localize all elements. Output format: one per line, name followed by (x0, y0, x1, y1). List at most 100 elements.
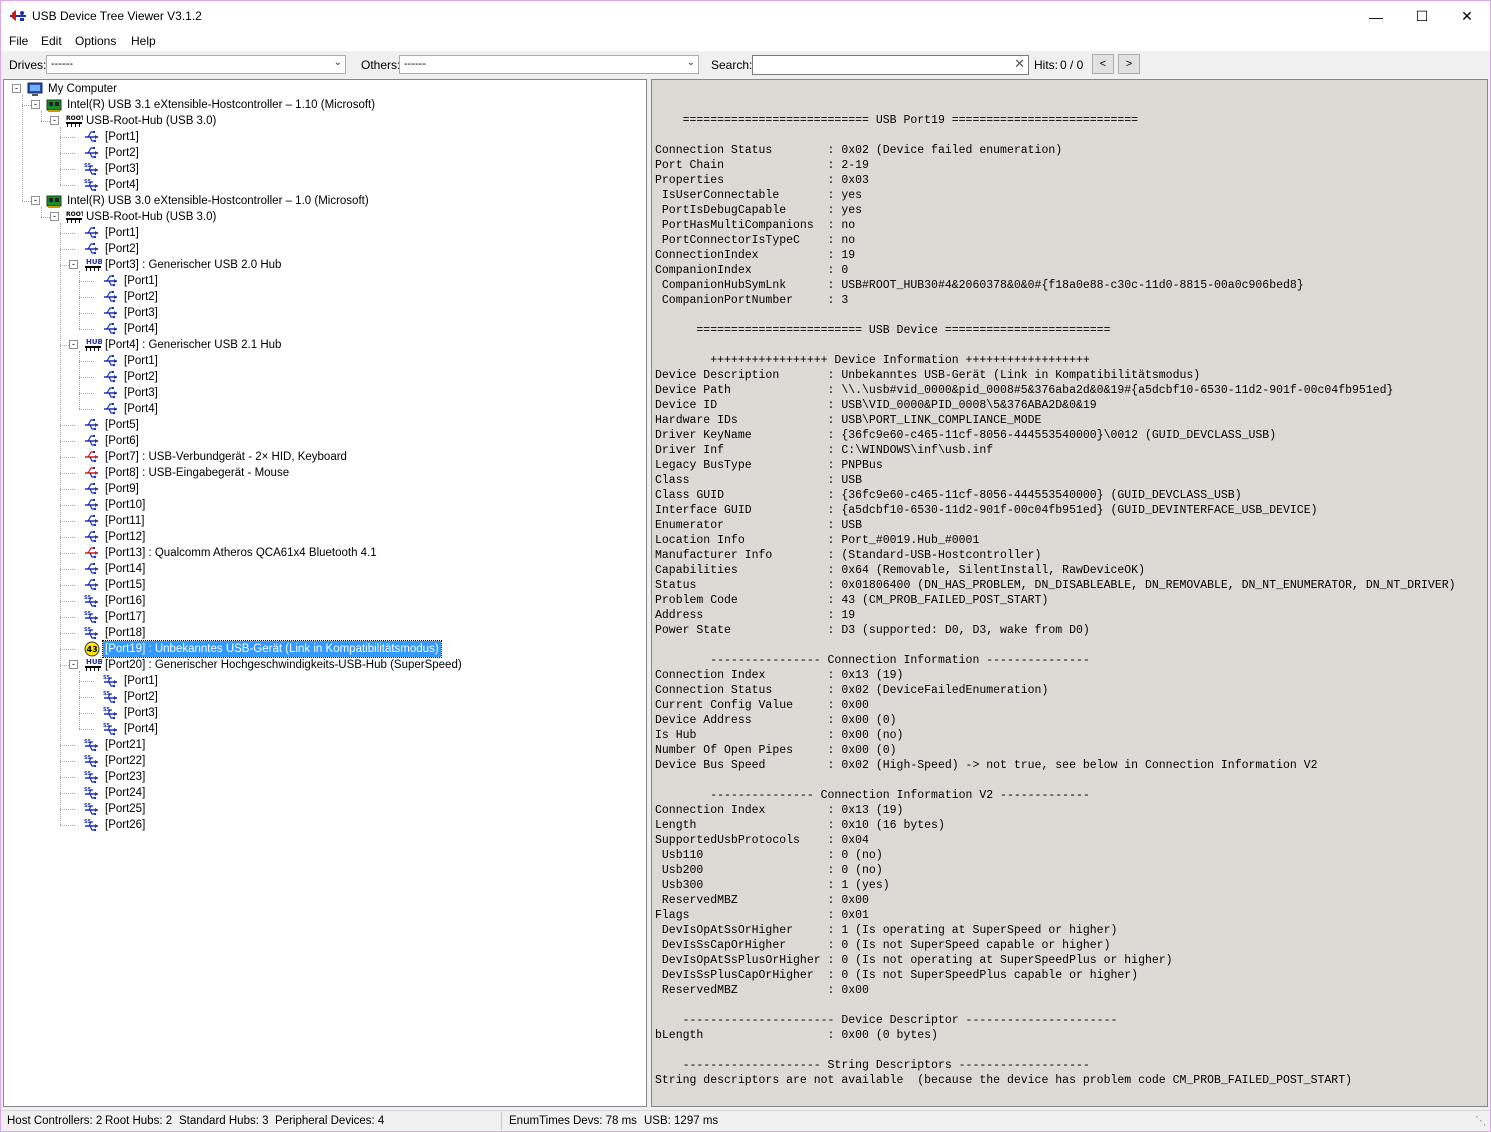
menu-help[interactable]: Help (131, 34, 156, 48)
tree-node[interactable]: SS [Port3] (4, 705, 644, 721)
tree-node[interactable]: [Port2] (4, 145, 644, 161)
tree-node[interactable]: SS [Port17] (4, 609, 644, 625)
tree-node[interactable]: [Port2] (4, 289, 644, 305)
status-bar: Host Controllers: 2 Root Hubs: 2 Standar… (1, 1110, 1490, 1131)
tree-node[interactable]: SS [Port24] (4, 785, 644, 801)
tree-node[interactable]: SS [Port26] (4, 817, 644, 833)
controller-icon (46, 193, 62, 209)
collapse-toggle[interactable]: - (12, 84, 21, 93)
collapse-toggle[interactable]: - (31, 100, 40, 109)
tree-node[interactable]: - My Computer (4, 81, 644, 97)
collapse-toggle[interactable]: - (69, 660, 78, 669)
drives-dropdown[interactable]: ------ ⌄ (46, 55, 346, 74)
clear-search-icon[interactable]: ✕ (1014, 56, 1025, 72)
tree-node[interactable]: [Port7] : USB-Verbundgerät - 2× HID, Key… (4, 449, 644, 465)
tree-node[interactable]: SS [Port3] (4, 161, 644, 177)
next-hit-button[interactable]: > (1118, 54, 1140, 74)
tree-node-label: [Port4] (124, 323, 158, 335)
tree-node[interactable]: [Port10] (4, 497, 644, 513)
tree-node[interactable]: [Port5] (4, 417, 644, 433)
tree-node[interactable]: [Port12] (4, 529, 644, 545)
hits-value: 0 / 0 (1060, 58, 1084, 72)
tree-node[interactable]: [Port6] (4, 433, 644, 449)
tree-node[interactable]: [Port2] (4, 241, 644, 257)
minimize-button[interactable]: — (1353, 1, 1399, 32)
tree-node[interactable]: [Port1] (4, 129, 644, 145)
collapse-toggle[interactable]: - (69, 340, 78, 349)
tree-node[interactable]: [Port3] (4, 305, 644, 321)
previous-hit-button[interactable]: < (1092, 54, 1114, 74)
tree-node[interactable]: - Intel(R) USB 3.1 eXtensible-Hostcontrol… (4, 97, 644, 113)
root-hub-icon: ROOT (65, 113, 86, 129)
tree-node-label: Intel(R) USB 3.1 eXtensible-Hostcontroll… (67, 99, 376, 111)
tree-node[interactable]: - HUB [Port3] : Generischer USB 2.0 Hub (4, 257, 644, 273)
tree-node[interactable]: - HUB [Port4] : Generischer USB 2.1 Hub (4, 337, 644, 353)
tree-node-label: USB-Root-Hub (USB 3.0) (86, 115, 217, 127)
tree-node[interactable]: [Port3] (4, 385, 644, 401)
maximize-button[interactable]: ☐ (1399, 1, 1445, 32)
window-title: USB Device Tree Viewer V3.1.2 (32, 9, 202, 23)
menu-options[interactable]: Options (75, 34, 116, 48)
tree-node[interactable]: [Port8] : USB-Eingabegerät - Mouse (4, 465, 644, 481)
menu-file[interactable]: File (9, 34, 28, 48)
tree-node[interactable]: [Port14] (4, 561, 644, 577)
usb-device-icon (84, 449, 100, 465)
tree-node-label: [Port17] (105, 611, 146, 623)
tree-node[interactable]: SS [Port2] (4, 689, 644, 705)
svg-text:ROOT: ROOT (66, 211, 83, 218)
port-details-text: =========================== USB Port19 =… (655, 114, 1456, 1087)
tree-node[interactable]: - Intel(R) USB 3.0 eXtensible-Hostcontrol… (4, 193, 644, 209)
tree-node[interactable]: SS [Port22] (4, 753, 644, 769)
collapse-toggle[interactable]: - (50, 116, 59, 125)
hits-label: Hits: (1034, 58, 1058, 72)
tree-node[interactable]: [Port1] (4, 273, 644, 289)
usb-port-icon (103, 353, 119, 369)
collapse-toggle[interactable]: - (50, 212, 59, 221)
tree-node[interactable]: [Port9] (4, 481, 644, 497)
tree-node[interactable]: SS [Port1] (4, 673, 644, 689)
search-input[interactable]: ✕ (752, 55, 1029, 75)
usb-port-icon (103, 369, 119, 385)
collapse-toggle[interactable]: - (31, 196, 40, 205)
tree-node[interactable]: -ROOTUSB-Root-Hub (USB 3.0) (4, 209, 644, 225)
tree-node[interactable]: [Port4] (4, 401, 644, 417)
menu-edit[interactable]: Edit (41, 34, 62, 48)
tree-node[interactable]: [Port1] (4, 353, 644, 369)
tree-connector (79, 329, 94, 330)
tree-node[interactable]: SS [Port4] (4, 721, 644, 737)
collapse-toggle[interactable]: - (69, 260, 78, 269)
tree-node[interactable]: SS [Port18] (4, 625, 644, 641)
tree-node[interactable]: [Port1] (4, 225, 644, 241)
tree-node[interactable]: [Port11] (4, 513, 644, 529)
usb-port-icon (84, 497, 100, 513)
tree-node[interactable]: [Port4] (4, 321, 644, 337)
tree-node[interactable]: [Port15] (4, 577, 644, 593)
tree-node[interactable]: SS [Port4] (4, 177, 644, 193)
others-dropdown[interactable]: ------ ⌄ (399, 55, 699, 74)
usb-port-icon (84, 417, 100, 433)
others-label: Others: (361, 58, 401, 72)
usb-port-icon (103, 385, 119, 401)
tree-node[interactable]: SS [Port16] (4, 593, 644, 609)
device-tree[interactable]: - My Computer - Intel(R) USB 3.1 eXtensible… (3, 79, 647, 1107)
tree-node[interactable]: SS [Port25] (4, 801, 644, 817)
tree-node[interactable]: [Port2] (4, 369, 644, 385)
details-pane[interactable]: =========================== USB Port19 =… (651, 79, 1488, 1107)
tree-node[interactable]: SS [Port21] (4, 737, 644, 753)
tree-connector (60, 553, 75, 554)
usb-port-icon (84, 513, 100, 529)
controller-icon (46, 97, 62, 113)
close-button[interactable]: ✕ (1444, 1, 1490, 32)
tree-node[interactable]: -ROOTUSB-Root-Hub (USB 3.0) (4, 113, 644, 129)
tree-node[interactable]: [Port13] : Qualcomm Atheros QCA61x4 Blue… (4, 545, 644, 561)
usb3-port-icon: SS (84, 625, 100, 641)
resize-grip-icon[interactable]: ⋱ (1475, 1113, 1487, 1127)
usb3-port-icon: SS (84, 737, 100, 753)
tree-node[interactable]: SS [Port23] (4, 769, 644, 785)
tree-node-selected[interactable]: 43 [Port19] : Unbekanntes USB-Gerät (Link… (4, 640, 644, 658)
tree-node-label: [Port3] : Generischer USB 2.0 Hub (105, 259, 282, 271)
tree-node[interactable]: - HUB [Port20] : Generischer Hochgeschwind… (4, 657, 644, 673)
usb3-port-icon: SS (84, 785, 100, 801)
tree-node-label: [Port16] (105, 595, 146, 607)
usb3-port-icon: SS (103, 721, 119, 737)
